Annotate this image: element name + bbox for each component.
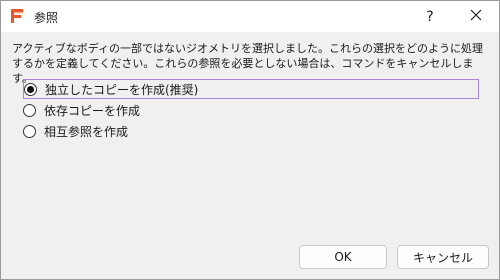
- reference-dialog: 参照 ? アクティブなボディの一部ではないジオメトリを選択しました。これらの選択…: [0, 0, 500, 280]
- fusion-app-icon: [9, 8, 25, 24]
- option-independent-copy[interactable]: 独立したコピーを作成(推奨): [23, 79, 479, 99]
- option-cross-reference[interactable]: 相互参照を作成: [23, 121, 128, 141]
- option-dependent-copy[interactable]: 依存コピーを作成: [23, 100, 140, 120]
- window-title: 参照: [34, 11, 59, 25]
- ok-button[interactable]: OK: [299, 245, 387, 269]
- radio-button[interactable]: [23, 124, 36, 138]
- help-button[interactable]: ?: [410, 1, 450, 32]
- title-bar: 参照 ?: [1, 1, 499, 32]
- option-label: 相互参照を作成: [44, 124, 129, 139]
- cancel-button[interactable]: キャンセル: [397, 245, 489, 269]
- radio-button[interactable]: [24, 82, 37, 96]
- close-icon: [470, 9, 482, 24]
- close-button[interactable]: [453, 1, 499, 32]
- radio-button[interactable]: [23, 103, 36, 117]
- option-label: 独立したコピーを作成(推奨): [45, 82, 199, 97]
- option-label: 依存コピーを作成: [44, 103, 141, 118]
- radio-selected-dot: [27, 85, 34, 93]
